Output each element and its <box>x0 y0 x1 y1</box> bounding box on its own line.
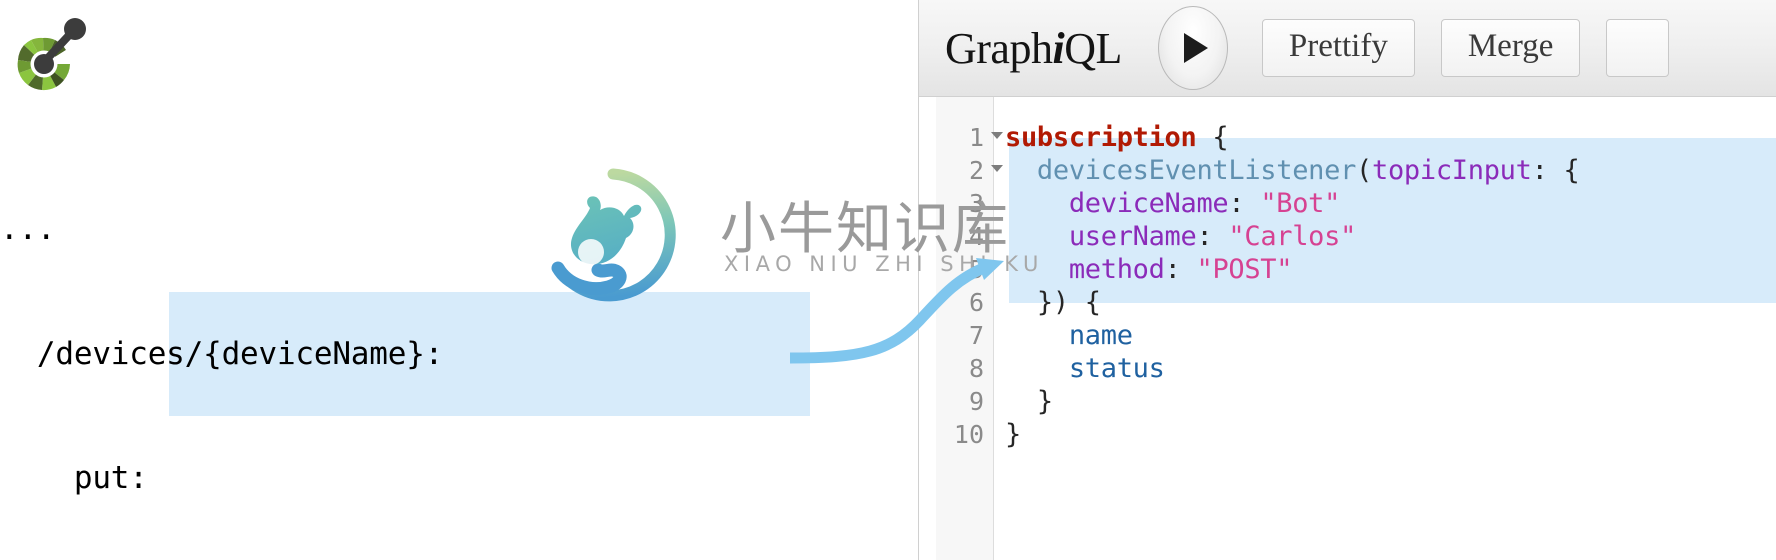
line-number: 1 <box>936 121 1003 154</box>
graphql-token-punct: : <box>1164 254 1197 285</box>
line-number: 4 <box>968 222 984 251</box>
overflow-button[interactable] <box>1606 19 1669 77</box>
line-number-value: 2 <box>968 156 984 185</box>
graphql-code-content[interactable]: subscription { devicesEventListener(topi… <box>1005 121 1580 451</box>
line-number: 3 <box>968 189 984 218</box>
execute-query-button[interactable] <box>1157 6 1228 90</box>
line-number: 7 <box>968 321 984 350</box>
graphql-token-arg: method <box>1068 254 1165 285</box>
graphiql-title-i: i <box>1052 23 1065 73</box>
openapi-spec-panel: ... /devices/{deviceName}: put: callback… <box>0 0 918 560</box>
graphql-token-field: status <box>1068 353 1165 384</box>
line-number: 5 <box>968 255 984 284</box>
graphql-code-line: subscription { <box>1005 121 1579 154</box>
graphql-token-str: "Bot" <box>1260 188 1341 219</box>
graphql-token-punct: } <box>1005 386 1053 417</box>
prettify-button[interactable]: Prettify <box>1261 19 1415 77</box>
graphql-code-line: userName: "Carlos" <box>1005 220 1579 253</box>
graphql-token-def: devicesEventListener <box>1036 155 1357 186</box>
graphiql-panel: GraphiQL Prettify Merge 1 2 3 4 5 6 7 8 … <box>918 0 1776 560</box>
graphql-code-line: deviceName: "Bot" <box>1005 187 1579 220</box>
swagger-openapi-logo <box>17 18 86 91</box>
graphiql-logo-title: GraphiQL <box>945 23 1122 74</box>
graphql-token-plain <box>1005 353 1069 384</box>
graphql-code-line: name <box>1005 319 1579 352</box>
graphql-token-str: "Carlos" <box>1228 221 1357 252</box>
graphiql-toolbar: GraphiQL Prettify Merge <box>919 0 1776 97</box>
graphql-query-editor[interactable]: 1 2 3 4 5 6 7 8 9 10 subscription { devi… <box>919 97 1776 560</box>
fold-caret-icon[interactable] <box>991 132 1003 139</box>
line-number: 6 <box>968 288 984 317</box>
graphql-token-punct: }) { <box>1005 287 1101 318</box>
graphql-token-field: name <box>1068 320 1133 351</box>
line-number-column: 1 2 3 4 5 6 7 8 9 10 <box>936 121 1003 451</box>
yaml-line: ... <box>0 211 56 247</box>
graphql-token-plain <box>1005 155 1037 186</box>
graphiql-title-prefix: Graph <box>945 23 1053 73</box>
graphql-code-line: }) { <box>1005 286 1579 319</box>
graphiql-title-suffix: QL <box>1064 23 1122 73</box>
graphql-token-arg: deviceName <box>1068 188 1229 219</box>
line-number: 10 <box>953 420 984 449</box>
graphql-code-line: status <box>1005 352 1579 385</box>
graphql-token-arg: topicInput <box>1372 155 1532 186</box>
graphql-code-line: devicesEventListener(topicInput: { <box>1005 154 1580 187</box>
line-number: 9 <box>968 387 984 416</box>
graphql-token-plain <box>1005 320 1069 351</box>
graphql-token-plain <box>1005 188 1069 219</box>
fold-caret-icon[interactable] <box>991 165 1003 172</box>
graphql-token-str: "POST" <box>1196 254 1293 285</box>
graphql-token-punct: : <box>1196 221 1229 252</box>
merge-button[interactable]: Merge <box>1440 19 1581 77</box>
graphql-token-arg: userName <box>1068 221 1197 252</box>
graphql-token-punct: : { <box>1531 155 1580 186</box>
graphql-token-punct: ( <box>1356 155 1372 186</box>
yaml-line: /devices/{deviceName}: <box>0 335 444 372</box>
graphql-token-punct: : <box>1228 188 1261 219</box>
graphql-token-punct: { <box>1196 122 1229 153</box>
graphql-code-line: } <box>1005 418 1579 451</box>
graphql-token-kw: subscription <box>1005 122 1197 153</box>
graphql-token-plain <box>1005 254 1069 285</box>
graphql-token-plain <box>1005 221 1069 252</box>
line-number: 8 <box>968 354 984 383</box>
yaml-line: put: <box>0 460 148 496</box>
graphql-code-line: } <box>1005 385 1579 418</box>
graphql-code-line: method: "POST" <box>1005 253 1579 286</box>
openapi-yaml-code: ... /devices/{deviceName}: put: callback… <box>0 126 918 560</box>
line-number-value: 1 <box>968 123 984 152</box>
play-icon <box>1184 33 1209 63</box>
line-number: 2 <box>936 154 1003 187</box>
graphql-token-punct: } <box>1005 419 1021 450</box>
